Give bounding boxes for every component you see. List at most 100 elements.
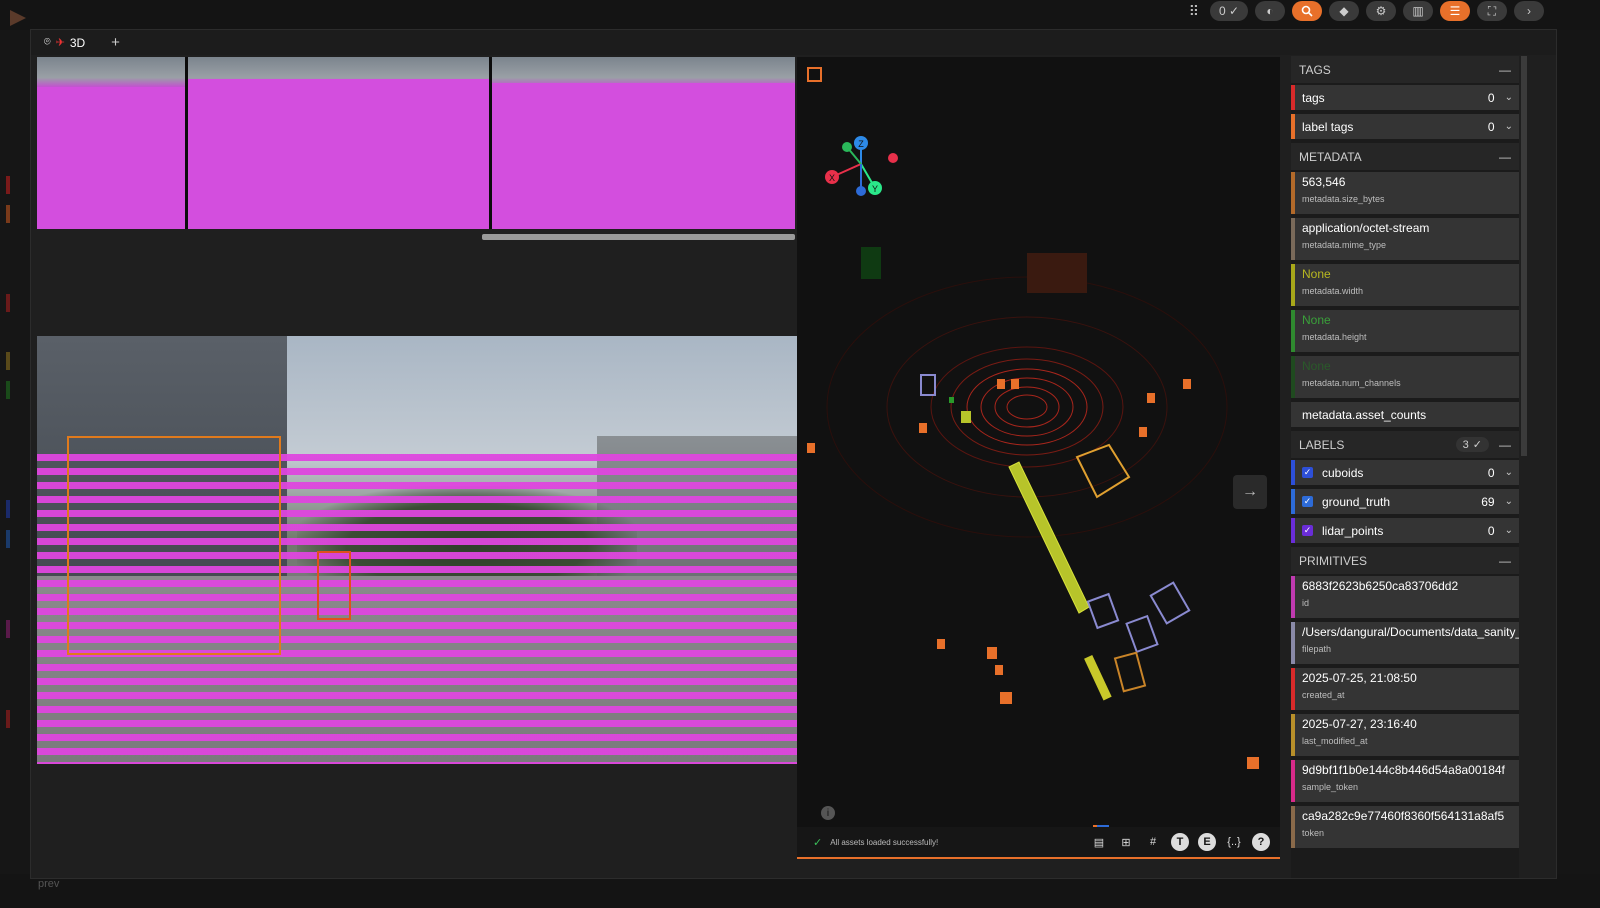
tags-row[interactable]: tags 0 ⌄ [1291, 85, 1519, 110]
viewer-next-arrow-button[interactable]: → [1233, 475, 1267, 509]
top-toolbar: ⠿ 0 ✓ ◐ ◆ ⚙ ▥ ☰ ⛶ › [1189, 0, 1544, 22]
primitive-value: 6883f2623b6250ca83706dd2 [1302, 579, 1459, 593]
metadata-field: 563,546 metadata.size_bytes [1291, 172, 1519, 214]
sidebar-toggle-button[interactable]: ☰ [1440, 1, 1470, 21]
next-sample-button[interactable]: › [1514, 1, 1544, 21]
sidebar-scrollbar[interactable] [1521, 56, 1527, 456]
label-checkbox[interactable]: ✓ [1302, 467, 1313, 478]
primitives-section-header[interactable]: PRIMITIVES — [1291, 547, 1519, 574]
grid-icon[interactable]: # [1144, 833, 1162, 851]
collapse-icon[interactable]: — [1499, 150, 1511, 164]
cuboid-annotation[interactable] [67, 436, 281, 655]
ground-truth-cuboid[interactable] [1086, 592, 1120, 630]
labels-section-header[interactable]: LABELS 3 ✓ — [1291, 431, 1519, 458]
background-footer: prev [0, 874, 1600, 908]
main-camera-view[interactable] [37, 336, 797, 764]
3d-point-cloud-viewer[interactable]: Z X Y → i [797, 57, 1280, 857]
label-field-row[interactable]: ✓ lidar_points 0 ⌄ [1291, 518, 1519, 543]
bg-stripe [6, 352, 10, 370]
ground-truth-cuboid[interactable] [1125, 614, 1159, 654]
palette-button[interactable]: ◐ [1255, 1, 1285, 21]
point-cloud-canvas[interactable]: Z X Y [797, 57, 1280, 857]
axes-gizmo[interactable]: Z X Y [825, 136, 898, 196]
point-cluster [1027, 253, 1087, 293]
primitive-field: /Users/dangural/Documents/data_sanity_ f… [1291, 622, 1519, 664]
search-button[interactable] [1292, 1, 1322, 21]
primitive-key: filepath [1302, 644, 1332, 654]
chevron-down-icon[interactable]: ⌄ [1505, 92, 1513, 103]
ego-view-icon[interactable]: E [1198, 833, 1216, 851]
top-view-icon[interactable]: T [1171, 833, 1189, 851]
asset-counts-row[interactable]: metadata.asset_counts [1291, 402, 1519, 427]
bg-stripe [6, 381, 10, 399]
viewer-select-checkbox[interactable] [807, 67, 822, 82]
label-checkbox[interactable]: ✓ [1302, 525, 1313, 536]
metadata-value: application/octet-stream [1302, 221, 1430, 235]
tags-row-count: 0 [1487, 90, 1495, 105]
add-tab-button[interactable]: + [111, 34, 120, 51]
ground-truth-cuboid[interactable] [1084, 654, 1112, 701]
screenshot-icon[interactable]: ⌾ [44, 36, 51, 49]
palette-icon: ◐ [1266, 4, 1274, 18]
label-tags-row[interactable]: label tags 0 ⌄ [1291, 114, 1519, 139]
primitive-value: ca9a282c9e77460f8360f564131a8af5 [1302, 809, 1505, 823]
label-field-row[interactable]: ✓ cuboids 0 ⌄ [1291, 460, 1519, 485]
success-check-icon: ✓ [813, 836, 823, 849]
ground-truth-cuboid[interactable] [807, 379, 1259, 849]
ground-truth-cuboid[interactable] [1149, 581, 1191, 625]
label-checkbox[interactable]: ✓ [1302, 496, 1313, 507]
chevron-down-icon[interactable]: ⌄ [1505, 496, 1513, 507]
pin-icon[interactable]: ✈ [56, 36, 65, 49]
ground-truth-cuboid[interactable] [1113, 651, 1147, 693]
prev-label: prev [38, 878, 60, 890]
metadata-section-header[interactable]: METADATA — [1291, 143, 1519, 170]
thumbnail-scrollbar[interactable] [482, 234, 795, 240]
viewer-controls: ▤ ⊞ # T E {..} ? [1090, 833, 1270, 851]
hierarchy-icon[interactable]: ⊞ [1117, 833, 1135, 851]
bg-stripe [6, 294, 10, 312]
primitive-value: 2025-07-27, 23:16:40 [1302, 717, 1417, 731]
help-icon[interactable]: ? [1252, 833, 1270, 851]
primitive-field: ca9a282c9e77460f8360f564131a8af5 token [1291, 806, 1519, 848]
check-icon: ✓ [1228, 4, 1240, 18]
ground-truth-cuboid[interactable] [1008, 461, 1090, 614]
caption-icon[interactable]: ▤ [1090, 833, 1108, 851]
camera-thumbnail[interactable] [37, 57, 185, 229]
fullscreen-button[interactable]: ⛶ [1477, 1, 1507, 21]
chevron-down-icon[interactable]: ⌄ [1505, 467, 1513, 478]
cuboid-annotation[interactable] [317, 551, 351, 620]
chevron-down-icon[interactable]: ⌄ [1505, 525, 1513, 536]
collapse-icon[interactable]: — [1499, 63, 1511, 77]
metadata-value: 563,546 [1302, 175, 1346, 189]
collapse-icon[interactable]: — [1499, 554, 1511, 568]
tags-section-header[interactable]: TAGS — [1291, 56, 1519, 83]
camera-thumbnail[interactable] [492, 57, 795, 229]
ground-truth-cuboid[interactable] [961, 411, 971, 423]
tags-row-label: tags [1302, 90, 1325, 105]
chevron-down-icon[interactable]: ⌄ [1505, 121, 1513, 132]
tab-3d[interactable]: ⌾ ✈ 3D [44, 36, 85, 50]
metadata-field: None metadata.width [1291, 264, 1519, 306]
primitive-field: 2025-07-27, 23:16:40 last_modified_at [1291, 714, 1519, 756]
ground-truth-cuboid[interactable] [949, 397, 954, 403]
label-field-name: lidar_points [1322, 523, 1384, 538]
tag-button[interactable]: ◆ [1329, 1, 1359, 21]
modal-tab-bar: ⌾ ✈ 3D + [31, 30, 1556, 55]
split-view-button[interactable]: ▥ [1403, 1, 1433, 21]
label-field-row[interactable]: ✓ ground_truth 69 ⌄ [1291, 489, 1519, 514]
camera-thumbnail[interactable] [188, 57, 489, 229]
viewer-status-bar: ✓ All assets loaded successfully! ▤ ⊞ # … [797, 827, 1280, 859]
bg-stripe [6, 500, 10, 518]
chevron-right-icon: › [1527, 4, 1531, 18]
grip-icon[interactable]: ⠿ [1189, 3, 1199, 20]
selection-count-button[interactable]: 0 ✓ [1210, 1, 1248, 21]
json-icon[interactable]: {..} [1225, 833, 1243, 851]
labels-selected-badge[interactable]: 3 ✓ [1455, 437, 1489, 452]
axis-x-label: X [829, 173, 835, 183]
ground-truth-cuboid[interactable] [920, 374, 936, 396]
settings-button[interactable]: ⚙ [1366, 1, 1396, 21]
info-icon[interactable]: i [821, 806, 835, 820]
camera-thumbnail-strip [37, 57, 795, 229]
primitive-key: token [1302, 828, 1325, 838]
collapse-icon[interactable]: — [1499, 438, 1511, 452]
